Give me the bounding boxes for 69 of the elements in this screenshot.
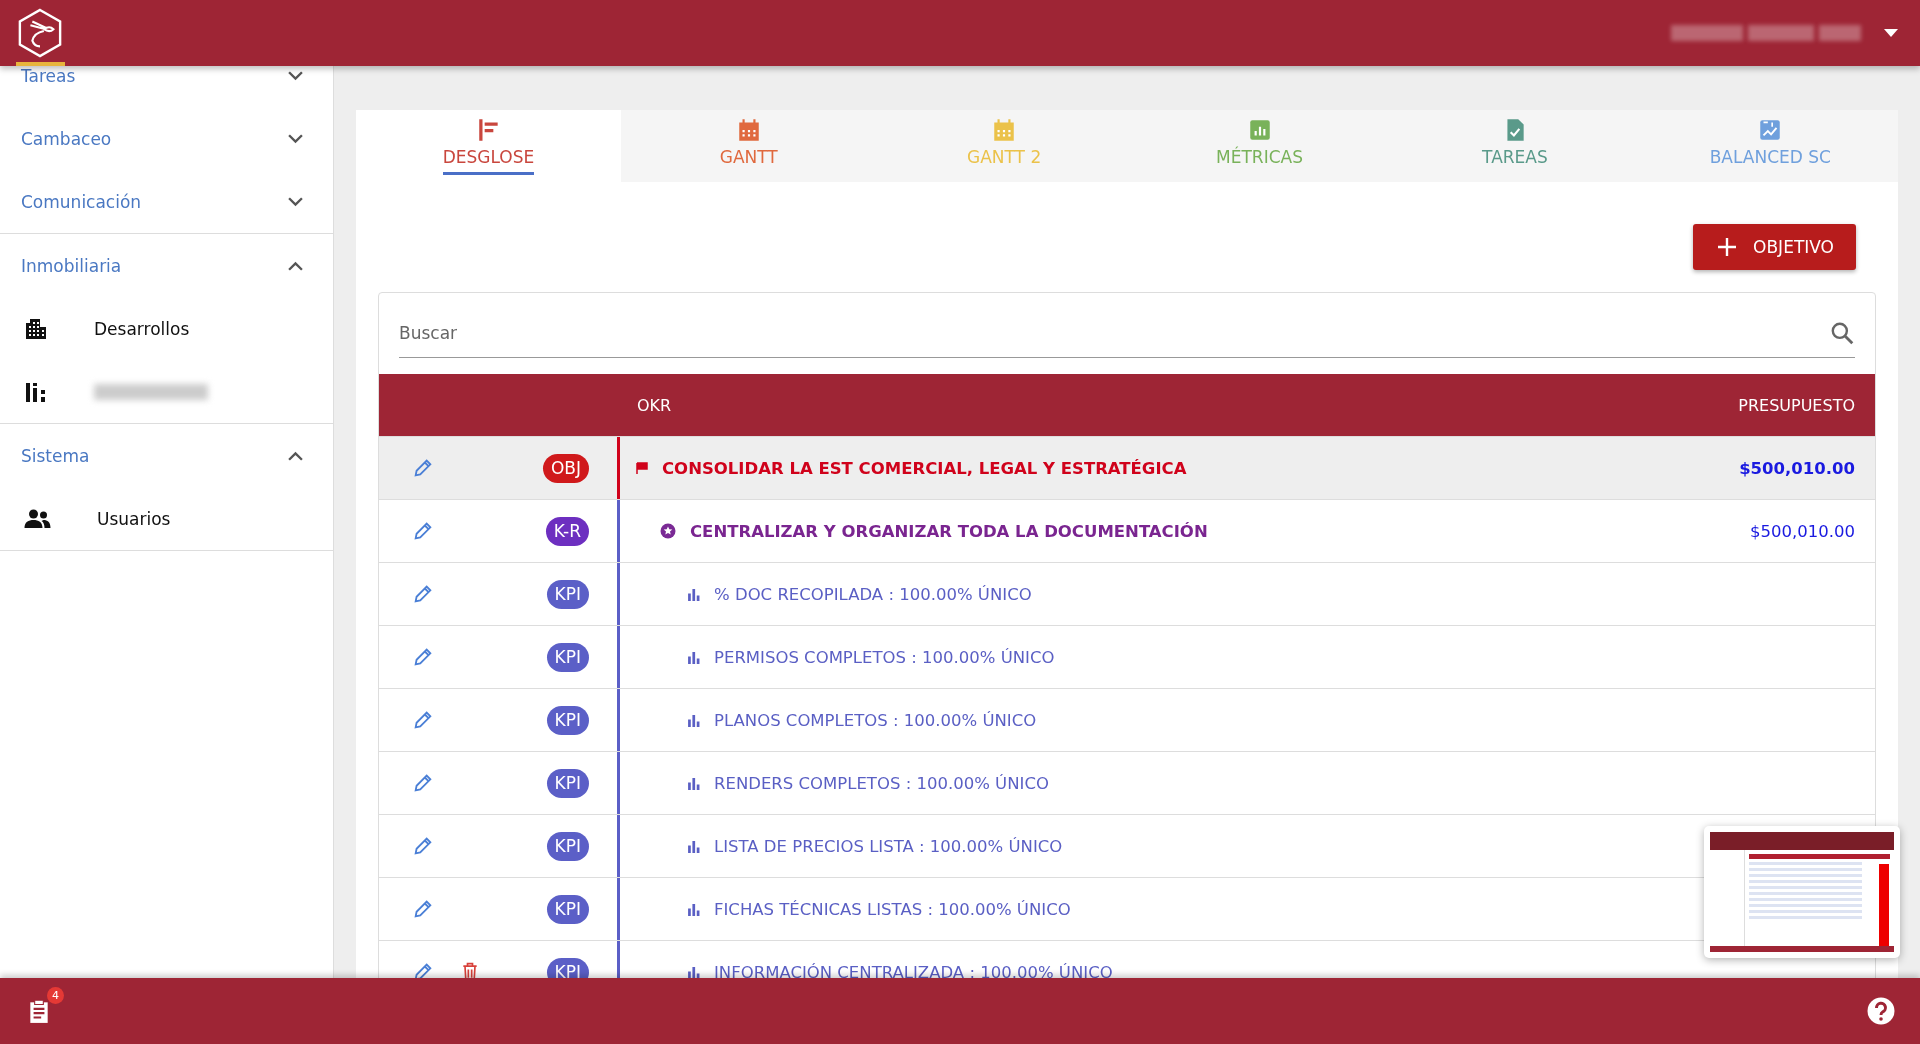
sidebar-section[interactable]: Comunicación xyxy=(0,170,333,233)
bar-chart-icon xyxy=(687,839,700,853)
type-badge: KPI xyxy=(546,957,589,978)
sidebar-item[interactable]: Usuarios xyxy=(0,487,333,550)
trash-icon[interactable] xyxy=(460,961,480,978)
column-header: PRESUPUESTO xyxy=(1738,395,1856,415)
bar-chart-icon xyxy=(687,713,700,727)
bar-chart-icon xyxy=(687,650,700,664)
okr-title[interactable]: PLANOS COMPLETOS : 100.00% ÚNICO xyxy=(714,710,1037,730)
chevron-down-icon[interactable] xyxy=(288,70,303,81)
type-badge: KPI xyxy=(546,705,589,735)
building-icon xyxy=(24,316,48,341)
okr-title[interactable]: CENTRALIZAR Y ORGANIZAR TODA LA DOCUMENTACIÓN xyxy=(690,521,1208,541)
pencil-icon[interactable] xyxy=(412,646,434,668)
budget-amount: $500,010.00 xyxy=(1739,458,1855,478)
okr-title[interactable]: INFORMACIÓN CENTRALIZADA : 100.00% ÚNICO xyxy=(714,962,1113,978)
type-badge: KPI xyxy=(546,831,589,861)
bar-chart-icon xyxy=(687,902,700,916)
okr-title[interactable]: FICHAS TÉCNICAS LISTAS : 100.00% ÚNICO xyxy=(714,899,1071,919)
users-icon xyxy=(24,508,51,529)
okr-title[interactable]: RENDERS COMPLETOS : 100.00% ÚNICO xyxy=(714,773,1049,793)
type-badge: KPI xyxy=(546,894,589,924)
bar-chart-icon xyxy=(687,965,700,978)
search-icon[interactable] xyxy=(1829,320,1855,346)
chevron-down-icon[interactable] xyxy=(288,133,303,144)
sidebar-section[interactable]: Sistema xyxy=(0,424,333,487)
pencil-icon[interactable] xyxy=(412,898,434,920)
bar-chart-icon xyxy=(687,776,700,790)
pencil-icon[interactable] xyxy=(412,961,434,978)
chevron-up-icon[interactable] xyxy=(288,450,303,461)
pencil-icon[interactable] xyxy=(412,709,434,731)
help-icon[interactable] xyxy=(1867,997,1895,1025)
chevron-up-icon[interactable] xyxy=(288,260,303,271)
plus-icon xyxy=(1717,237,1738,257)
tab[interactable]: BALANCED SC xyxy=(1642,110,1899,182)
search-field[interactable]: Buscar xyxy=(399,315,1829,351)
sidebar-section[interactable]: Cambaceo xyxy=(0,107,333,170)
tab[interactable]: DESGLOSE xyxy=(356,110,621,182)
type-badge: OBJ xyxy=(542,453,589,483)
notification-badge: 4 xyxy=(47,987,64,1004)
hexagon-logo-icon[interactable] xyxy=(17,8,63,58)
sidebar-section[interactable]: Tareas xyxy=(0,66,333,107)
okr-title[interactable]: CONSOLIDAR LA EST COMERCIAL, LEGAL Y ESTRATÉGICA xyxy=(662,458,1187,478)
tab[interactable]: TAREAS xyxy=(1387,110,1643,182)
okr-title[interactable]: % DOC RECOPILADA : 100.00% ÚNICO xyxy=(714,584,1032,604)
screenshot-thumbnail-drawing[interactable] xyxy=(1704,826,1900,958)
type-badge: KPI xyxy=(546,768,589,798)
pencil-icon[interactable] xyxy=(412,520,434,542)
type-badge: KPI xyxy=(546,642,589,672)
sidebar-section[interactable]: Inmobiliaria xyxy=(0,234,333,297)
pencil-icon[interactable] xyxy=(412,835,434,857)
type-badge: KPI xyxy=(546,579,589,609)
flag-icon xyxy=(636,462,648,474)
okr-title[interactable]: LISTA DE PRECIOS LISTA : 100.00% ÚNICO xyxy=(714,836,1063,856)
pencil-icon[interactable] xyxy=(412,457,434,479)
type-badge: K-R xyxy=(545,516,589,546)
bar-chart-icon xyxy=(687,587,700,601)
budget-amount: $500,010.00 xyxy=(1750,521,1855,541)
sidebar-item[interactable]: Desarrollos xyxy=(0,297,333,360)
caret-down-icon[interactable] xyxy=(1884,29,1898,37)
add-objective-button[interactable]: OBJETIVO xyxy=(1693,224,1856,270)
column-header: OKR xyxy=(636,395,672,415)
chevron-down-icon[interactable] xyxy=(288,196,303,207)
okr-title[interactable]: PERMISOS COMPLETOS : 100.00% ÚNICO xyxy=(714,647,1055,667)
tab[interactable]: GANTT xyxy=(621,110,877,182)
pencil-icon[interactable] xyxy=(412,772,434,794)
pencil-icon[interactable] xyxy=(412,583,434,605)
star-badge-icon xyxy=(660,523,676,539)
logo-underline xyxy=(16,62,65,66)
